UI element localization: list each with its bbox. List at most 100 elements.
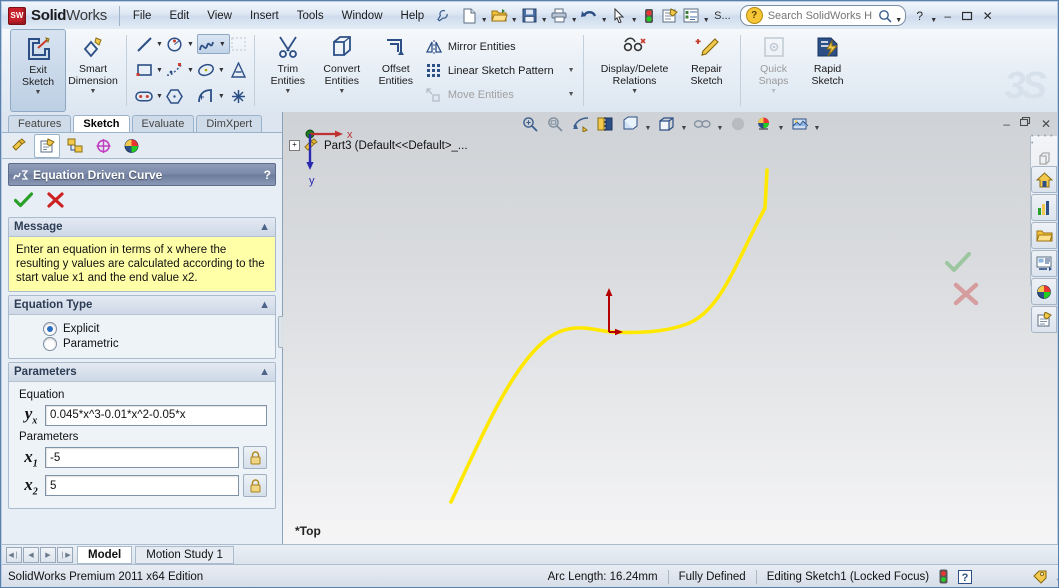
accept-checkmark-icon[interactable] [14, 192, 33, 208]
display-style-icon[interactable] [655, 114, 677, 134]
chevron-down-icon[interactable]: ▼ [930, 4, 938, 28]
search-input[interactable] [765, 8, 875, 23]
chevron-down-icon[interactable]: ▼ [631, 88, 638, 95]
zoom-to-area-icon[interactable] [544, 114, 566, 134]
menu-file[interactable]: File [124, 6, 161, 26]
spline-tool[interactable]: ▼ [196, 34, 230, 54]
chevron-down-icon[interactable]: ▼ [570, 4, 578, 28]
chevron-down-icon[interactable]: ▼ [284, 88, 291, 95]
chevron-down-icon[interactable]: ▼ [338, 88, 345, 95]
chevron-up-icon[interactable]: ▲ [259, 299, 270, 311]
pushpin-icon[interactable] [433, 6, 453, 26]
offset-entities-button[interactable]: Offset Entities [369, 29, 423, 112]
nav-next-button[interactable]: ▶ [40, 547, 56, 563]
line-tool[interactable]: ▼ [135, 35, 166, 53]
slot-tool[interactable]: ▼ [135, 87, 166, 105]
context-help-icon[interactable]: ? [958, 569, 973, 584]
trim-entities-button[interactable]: Trim Entities ▼ [261, 29, 315, 112]
polygon-tool[interactable] [166, 87, 197, 105]
linear-sketch-pattern-row[interactable]: Linear Sketch Pattern ▼ [423, 59, 577, 83]
chevron-down-icon[interactable]: ▼ [153, 41, 166, 48]
radio-explicit[interactable]: Explicit [43, 322, 267, 336]
property-manager-help-button[interactable]: ? [264, 168, 271, 182]
chevron-down-icon[interactable]: ▼ [600, 4, 608, 28]
chevron-down-icon[interactable]: ▼ [716, 112, 724, 136]
minimize-button[interactable]: – [938, 6, 958, 26]
rebuild-traffic-light-icon[interactable] [939, 569, 948, 584]
tab-model[interactable]: Model [77, 546, 133, 564]
chevron-down-icon[interactable]: ▼ [895, 4, 903, 28]
custom-properties-icon[interactable] [1031, 306, 1057, 333]
nav-last-button[interactable]: ❘▶ [57, 547, 73, 563]
rapid-sketch-button[interactable]: Rapid Sketch [801, 29, 855, 112]
radio-parametric[interactable]: Parametric [43, 337, 267, 351]
graphics-area[interactable]: ▼ ▼ ▼ ▼ ▼ – ✕ + Part3 (Default<<Default>… [283, 112, 1057, 544]
tab-dimxpert[interactable]: DimXpert [196, 115, 263, 132]
menu-tools[interactable]: Tools [288, 6, 333, 26]
search-icon[interactable] [875, 6, 895, 26]
rebuild-traffic-light-icon[interactable] [639, 6, 659, 26]
help-button[interactable]: ? [910, 6, 930, 26]
select-cursor-icon[interactable] [609, 6, 629, 26]
chevron-down-icon[interactable]: ▼ [216, 41, 229, 48]
tab-features[interactable]: Features [8, 115, 72, 132]
document-close-button[interactable]: ✕ [1041, 117, 1051, 131]
document-restore-button[interactable] [1019, 117, 1031, 131]
chevron-down-icon[interactable]: ▼ [777, 112, 785, 136]
tags-icon[interactable] [1032, 569, 1048, 584]
chevron-down-icon[interactable]: ▼ [630, 4, 638, 28]
print-icon[interactable] [549, 6, 569, 26]
customize-list-icon[interactable] [681, 6, 701, 26]
search-box[interactable]: ? ▼ [739, 4, 906, 28]
nav-first-button[interactable]: ◀❘ [6, 547, 22, 563]
menu-view[interactable]: View [198, 6, 241, 26]
chevron-down-icon[interactable]: ▼ [510, 4, 518, 28]
section-view-icon[interactable] [594, 114, 616, 134]
chevron-up-icon[interactable]: ▲ [259, 366, 270, 378]
text-tool[interactable] [230, 61, 248, 79]
flyout-grip[interactable]: • • • • • [1031, 133, 1057, 147]
search-properties-icon[interactable] [1031, 250, 1057, 277]
equation-input[interactable]: 0.045*x^3-0.01*x^2-0.05*x [45, 404, 267, 426]
tree-expander-icon[interactable]: + [289, 140, 300, 151]
nav-prev-button[interactable]: ◀ [23, 547, 39, 563]
solidworks-resources-home-icon[interactable] [1031, 166, 1057, 193]
menu-help[interactable]: Help [392, 6, 434, 26]
feature-manager-tab-icon[interactable] [6, 134, 32, 158]
circle-tool[interactable]: ▼ [166, 35, 197, 53]
chevron-up-icon[interactable]: ▲ [259, 221, 270, 233]
mirror-entities-row[interactable]: Mirror Entities [423, 35, 577, 59]
close-button[interactable]: ✕ [978, 6, 998, 26]
chevron-down-icon[interactable]: ▼ [480, 4, 488, 28]
menu-edit[interactable]: Edit [160, 6, 198, 26]
feature-tree-root[interactable]: + Part3 (Default<<Default>_... [289, 138, 468, 153]
convert-entities-button[interactable]: Convert Entities ▼ [315, 29, 369, 112]
previous-view-icon[interactable] [569, 114, 591, 134]
menu-window[interactable]: Window [333, 6, 392, 26]
chevron-down-icon[interactable]: ▼ [215, 67, 228, 74]
spline-points-tool[interactable]: ▼ [166, 61, 197, 79]
dimxpert-manager-tab-icon[interactable] [90, 134, 116, 158]
appearances-scenes-icon[interactable] [1031, 278, 1057, 305]
chevron-down-icon[interactable]: ▼ [554, 67, 575, 74]
chevron-down-icon[interactable]: ▼ [680, 112, 688, 136]
toolbar-overflow-label[interactable]: S... [711, 10, 734, 22]
x1-lock-button[interactable] [243, 446, 267, 470]
restore-button[interactable] [958, 6, 978, 26]
property-manager-tab-icon[interactable] [34, 133, 60, 158]
rectangle-tool[interactable]: ▼ [135, 61, 166, 79]
chevron-down-icon[interactable]: ▼ [215, 93, 228, 100]
quick-snaps-button[interactable]: Quick Snaps ▼ [747, 29, 801, 112]
ghost-accept-checkmark-icon[interactable] [945, 252, 971, 274]
options-icon[interactable] [660, 6, 680, 26]
x1-input[interactable]: -5 [45, 447, 239, 469]
document-minimize-button[interactable]: – [1003, 117, 1010, 131]
chevron-down-icon[interactable]: ▼ [770, 88, 777, 95]
exit-sketch-button[interactable]: Exit Sketch ▼ [10, 29, 66, 112]
menu-insert[interactable]: Insert [241, 6, 288, 26]
chevron-down-icon[interactable]: ▼ [813, 112, 821, 136]
tab-sketch[interactable]: Sketch [73, 115, 130, 132]
chevron-down-icon[interactable]: ▼ [644, 112, 652, 136]
apply-scene-icon[interactable] [752, 114, 774, 134]
chevron-down-icon[interactable]: ▼ [153, 93, 166, 100]
